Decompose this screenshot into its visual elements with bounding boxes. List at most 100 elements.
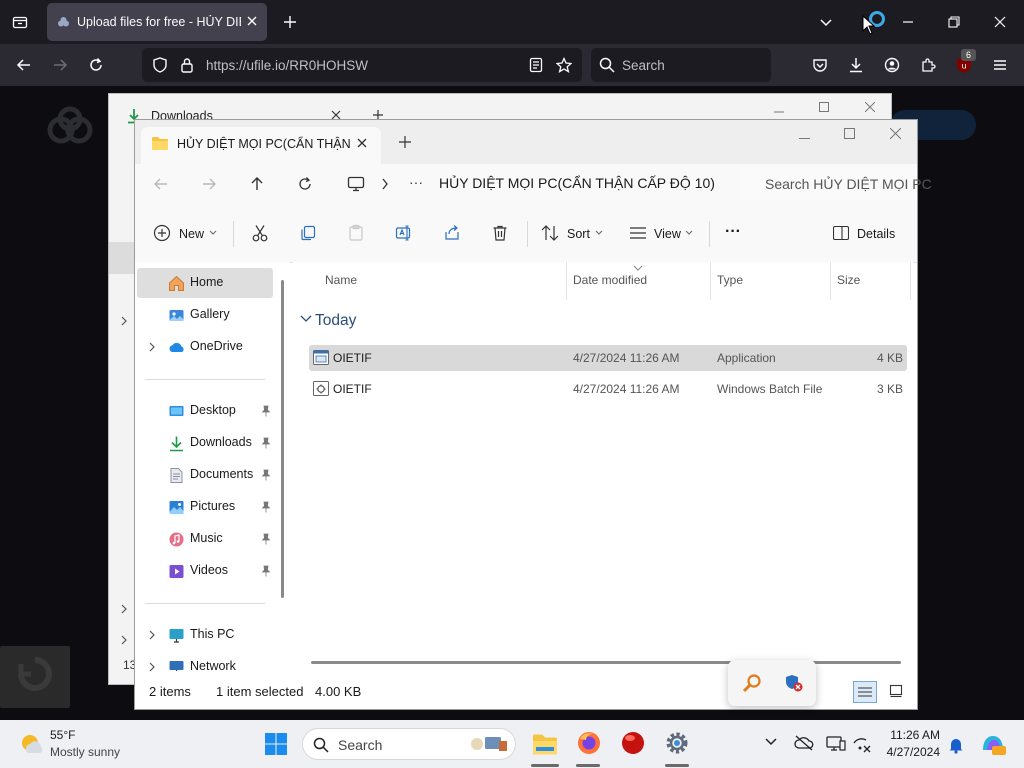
- view-icon[interactable]: [629, 226, 647, 240]
- notification-bell-icon[interactable]: [948, 736, 964, 754]
- explorer-maximize-icon[interactable]: [844, 128, 855, 139]
- new-tab-icon[interactable]: [276, 8, 304, 36]
- delete-icon[interactable]: [491, 224, 509, 242]
- restore-icon[interactable]: [940, 8, 968, 36]
- list-all-tabs-icon[interactable]: [812, 8, 840, 36]
- view-button[interactable]: View: [654, 227, 681, 241]
- breadcrumb-chevron-icon[interactable]: [381, 178, 389, 190]
- details-view-toggle[interactable]: [853, 681, 877, 703]
- breadcrumb[interactable]: HỦY DIỆT MỌI PC(CẨN THẬN CẤP ĐỘ 10): [439, 175, 715, 191]
- network-disconnected-icon[interactable]: [852, 735, 872, 753]
- back-window-chevron-icon[interactable]: [120, 604, 128, 614]
- explorer-up-icon[interactable]: [249, 176, 265, 192]
- explorer-minimize-icon[interactable]: [799, 133, 810, 144]
- back-window-minimize-icon[interactable]: [774, 107, 784, 117]
- reader-view-icon[interactable]: [529, 57, 543, 73]
- security-shield-icon[interactable]: [784, 673, 804, 693]
- new-plus-icon[interactable]: [153, 224, 171, 242]
- nav-item-pictures[interactable]: Pictures: [137, 492, 273, 522]
- weather-description[interactable]: Mostly sunny: [50, 745, 120, 759]
- floating-tool-popup[interactable]: [728, 660, 816, 706]
- breadcrumb-more[interactable]: ···: [409, 174, 423, 190]
- nav-item-downloads[interactable]: Downloads: [137, 428, 273, 458]
- pin-icon[interactable]: [261, 501, 271, 513]
- pin-icon[interactable]: [261, 405, 271, 417]
- sort-icon[interactable]: [541, 225, 559, 241]
- file-explorer-taskbar-icon[interactable]: [531, 731, 559, 757]
- nav-item-videos[interactable]: Videos: [137, 556, 273, 586]
- back-window-chevron-icon[interactable]: [120, 635, 128, 645]
- column-header-type[interactable]: Type: [717, 273, 743, 287]
- taskbar-search-box[interactable]: Search: [302, 728, 516, 760]
- back-window-chevron-icon[interactable]: [120, 316, 128, 326]
- show-hidden-icons-chevron-icon[interactable]: [764, 737, 778, 747]
- tracking-shield-icon[interactable]: [152, 57, 168, 73]
- nav-item-onedrive[interactable]: OneDrive: [137, 332, 273, 362]
- file-row[interactable]: OIETIF 4/27/2024 11:26 AM Application 4 …: [309, 345, 907, 371]
- expand-chevron-icon[interactable]: [147, 629, 157, 641]
- explorer-refresh-icon[interactable]: [297, 176, 313, 192]
- explorer-close-icon[interactable]: [890, 128, 901, 139]
- column-divider[interactable]: [710, 262, 711, 300]
- hamburger-menu-icon[interactable]: [986, 51, 1014, 79]
- explorer-tab[interactable]: HỦY DIỆT MỌI PC(CẨN THẬN: [141, 127, 381, 164]
- clock-date[interactable]: 4/27/2024: [876, 745, 940, 759]
- explorer-new-tab-icon[interactable]: [399, 136, 411, 148]
- nav-item-this-pc[interactable]: This PC: [137, 620, 273, 650]
- downloads-icon[interactable]: [842, 51, 870, 79]
- paste-icon[interactable]: [347, 224, 365, 242]
- column-divider[interactable]: [566, 262, 567, 300]
- copilot-icon[interactable]: [980, 732, 1006, 756]
- file-row[interactable]: OIETIF 4/27/2024 11:26 AM Windows Batch …: [309, 376, 907, 402]
- nav-item-network[interactable]: Network: [137, 652, 273, 671]
- expand-chevron-icon[interactable]: [147, 341, 157, 353]
- column-header-size[interactable]: Size: [837, 273, 860, 287]
- nav-item-home[interactable]: Home: [137, 268, 273, 298]
- see-more-button[interactable]: ···: [725, 223, 741, 241]
- share-icon[interactable]: [443, 224, 461, 242]
- column-header-name[interactable]: Name: [325, 273, 357, 287]
- reload-icon[interactable]: [82, 51, 110, 79]
- details-button[interactable]: Details: [857, 227, 895, 241]
- explorer-forward-icon[interactable]: [201, 176, 217, 192]
- url-bar[interactable]: https://ufile.io/RR0HOHSW: [142, 48, 582, 82]
- forward-icon[interactable]: [46, 51, 74, 79]
- pocket-icon[interactable]: [806, 51, 834, 79]
- column-header-date[interactable]: Date modified: [573, 273, 647, 287]
- weather-temperature[interactable]: 55°F: [50, 728, 75, 742]
- nav-item-documents[interactable]: Documents: [137, 460, 273, 490]
- rename-icon[interactable]: [395, 224, 413, 242]
- back-window-close-icon[interactable]: [865, 102, 875, 112]
- lock-icon[interactable]: [180, 57, 194, 73]
- column-divider[interactable]: [910, 262, 911, 300]
- settings-gear-icon[interactable]: [664, 730, 690, 756]
- url-text[interactable]: https://ufile.io/RR0HOHSW: [206, 58, 368, 73]
- column-divider[interactable]: [830, 262, 831, 300]
- large-icons-view-toggle[interactable]: [889, 684, 903, 698]
- new-chevron-icon[interactable]: [209, 230, 217, 236]
- explorer-back-icon[interactable]: [153, 176, 169, 192]
- back-icon[interactable]: [10, 51, 38, 79]
- red-orb-app-icon[interactable]: [620, 730, 646, 756]
- explorer-window[interactable]: HỦY DIỆT MỌI PC(CẨN THẬN ··· HỦY DIỆT MỌ…: [134, 119, 932, 710]
- pin-icon[interactable]: [261, 533, 271, 545]
- cloud-offline-icon[interactable]: [794, 735, 814, 751]
- pin-icon[interactable]: [261, 437, 271, 449]
- group-collapse-chevron-icon[interactable]: [300, 315, 312, 323]
- sort-button[interactable]: Sort: [567, 227, 590, 241]
- close-window-icon[interactable]: [986, 8, 1014, 36]
- explorer-search-input[interactable]: Search HỦY DIỆT MỌI PC: [741, 168, 932, 200]
- account-icon[interactable]: [878, 51, 906, 79]
- browser-search-bar[interactable]: Search: [591, 48, 771, 82]
- tab-list-icon[interactable]: [6, 8, 34, 36]
- close-explorer-tab-icon[interactable]: [356, 137, 368, 149]
- details-pane-icon[interactable]: [833, 226, 849, 240]
- weather-sun-icon[interactable]: [18, 731, 44, 757]
- windows-start-icon[interactable]: [264, 732, 288, 756]
- copy-icon[interactable]: [299, 224, 317, 242]
- expand-chevron-icon[interactable]: [147, 661, 157, 671]
- clock-time[interactable]: 11:26 AM: [888, 728, 940, 742]
- this-pc-address-icon[interactable]: [347, 176, 365, 192]
- extensions-icon[interactable]: [914, 51, 942, 79]
- nav-item-desktop[interactable]: Desktop: [137, 396, 273, 426]
